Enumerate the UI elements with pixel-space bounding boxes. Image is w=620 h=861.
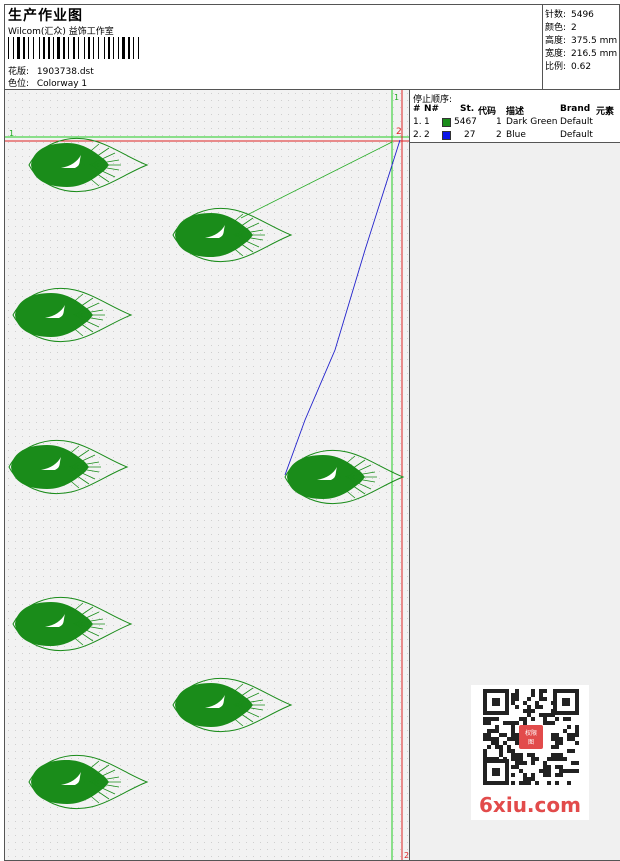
stat-height: 高度: 375.5 mm bbox=[545, 36, 618, 46]
jump-stitch-blue bbox=[284, 139, 401, 476]
embroidery-preview: 1 1 2 2 bbox=[5, 90, 409, 860]
marker-1-top: 1 bbox=[394, 93, 399, 102]
leaf-motif bbox=[8, 439, 128, 495]
table-row[interactable]: 2. 2 27 2 Blue Default bbox=[410, 130, 620, 142]
svg-text:图: 图 bbox=[528, 739, 534, 746]
barcode-image bbox=[8, 37, 139, 59]
stats-box: 针数: 5496 颜色: 2 高度: 375.5 mm 宽度: 216.5 mm 比例:… bbox=[542, 5, 620, 89]
marker-1-left: 1 bbox=[9, 129, 14, 138]
leaf-motif bbox=[12, 596, 132, 652]
col-desc: 描述 bbox=[506, 107, 525, 117]
col-needle: N# bbox=[424, 104, 440, 114]
watermark: 权限 图 6xiu.com bbox=[471, 685, 589, 820]
color-table-header: # N# St. 代码 描述 Brand 元素 bbox=[410, 104, 620, 117]
col-element: 元素 bbox=[596, 107, 615, 117]
seal-text: 权限 bbox=[525, 729, 537, 737]
stat-scale: 比例: 0.62 bbox=[545, 62, 592, 72]
colorway-info: 色位: Colorway 1 bbox=[8, 76, 87, 89]
qr-code-image: 权限 图 bbox=[483, 689, 579, 785]
col-stitches: St. bbox=[460, 104, 475, 114]
watermark-text: 6xiu.com bbox=[479, 793, 581, 817]
production-worksheet: 生产作业图 Wilcom(汇众) 益饰工作室 花版: 1903738.dst 色… bbox=[4, 4, 620, 861]
col-num: # bbox=[413, 104, 421, 114]
stat-stitches: 针数: 5496 bbox=[545, 10, 594, 20]
leaf-motif bbox=[12, 287, 132, 343]
stat-width: 宽度: 216.5 mm bbox=[545, 49, 618, 59]
col-brand: Brand bbox=[560, 104, 591, 114]
page-title: 生产作业图 bbox=[8, 8, 83, 24]
color-table: 停止顺序: # N# St. 代码 描述 Brand 元素 1. 1 5467 … bbox=[410, 90, 620, 143]
design-canvas[interactable]: 1 1 2 2 bbox=[5, 90, 409, 860]
worksheet-header: 生产作业图 Wilcom(汇众) 益饰工作室 花版: 1903738.dst 色… bbox=[5, 5, 619, 90]
colorway-label: 色位: bbox=[8, 79, 30, 89]
leaf-motif bbox=[28, 137, 148, 193]
marker-2: 2 bbox=[396, 127, 402, 137]
col-code: 代码 bbox=[478, 107, 497, 117]
leaf-motif bbox=[172, 677, 292, 733]
colorway-value: Colorway 1 bbox=[36, 79, 88, 89]
stat-colors: 颜色: 2 bbox=[545, 23, 577, 33]
leaf-motif bbox=[172, 207, 292, 263]
jump-stitch-green bbox=[240, 141, 393, 219]
table-row[interactable]: 1. 1 5467 1 Dark Green Default bbox=[410, 117, 620, 129]
leaf-motif bbox=[284, 449, 404, 505]
leaf-motif bbox=[28, 754, 148, 810]
color-swatch bbox=[442, 131, 451, 140]
color-swatch bbox=[442, 118, 451, 127]
studio-name: Wilcom(汇众) 益饰工作室 bbox=[8, 27, 114, 37]
